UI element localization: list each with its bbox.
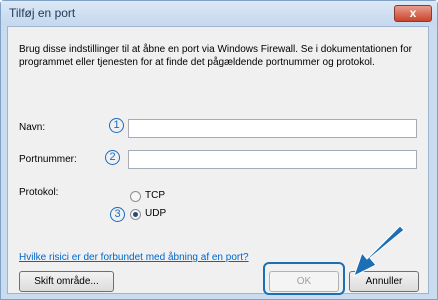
close-button[interactable]: x (394, 5, 432, 22)
port-label: Portnummer: (19, 154, 77, 165)
tcp-radio[interactable] (130, 191, 141, 202)
port-risks-link[interactable]: Hvilke risici er der forbundet med åbnin… (19, 252, 249, 263)
ok-button-highlight (263, 262, 345, 295)
step-3-marker: 3 (110, 207, 125, 222)
name-input[interactable] (128, 119, 417, 138)
intro-text: Brug disse indstillinger til at åbne en … (19, 44, 412, 68)
name-label: Navn: (19, 122, 46, 133)
title-bar: Tilføj en port x (1, 1, 437, 25)
change-scope-button[interactable]: Skift område... (19, 271, 114, 292)
tcp-radio-label[interactable]: TCP (145, 190, 165, 201)
step-2-marker: 2 (105, 150, 120, 165)
protocol-label: Protokol: (19, 187, 59, 198)
annotation-arrow-icon (353, 226, 405, 277)
udp-radio-label[interactable]: UDP (145, 208, 166, 219)
step-1-marker: 1 (109, 118, 124, 133)
close-icon: x (409, 6, 417, 20)
udp-radio[interactable] (130, 209, 141, 220)
dialog-title: Tilføj en port (9, 6, 76, 20)
port-number-input[interactable] (128, 150, 417, 169)
